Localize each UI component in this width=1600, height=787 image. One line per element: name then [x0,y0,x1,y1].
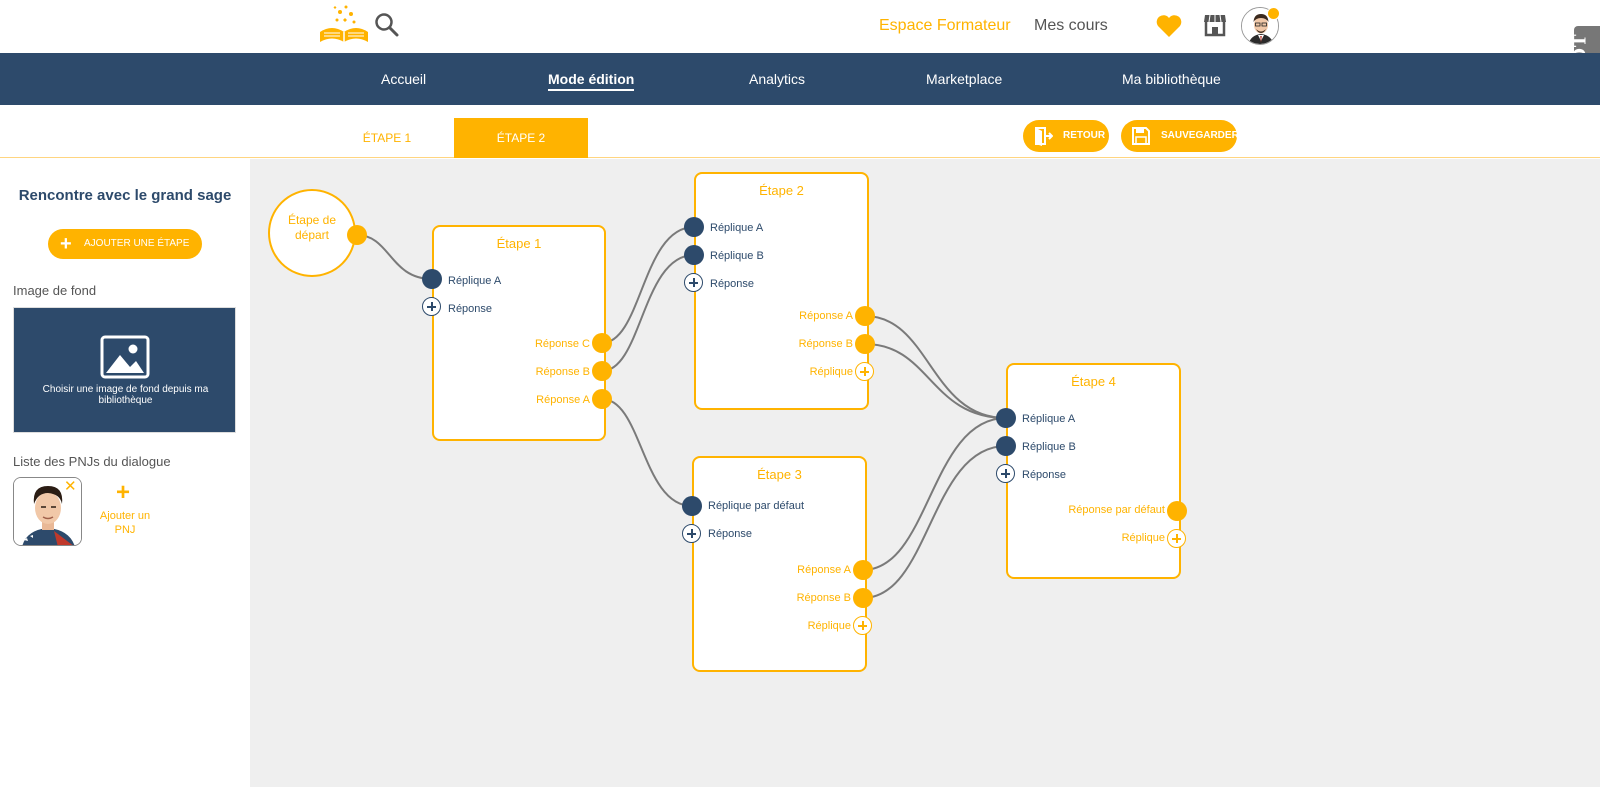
floppy-disk-icon [1131,126,1151,146]
trainer-space-link[interactable]: Espace Formateur [879,17,1011,35]
nav-marketplace[interactable]: Marketplace [926,71,1002,87]
exit-door-icon [1033,126,1054,146]
save-button-label: SAUVEGARDER [1161,130,1239,141]
background-image-label: Image de fond [13,283,97,298]
wire-e3b-e4b [862,445,1007,599]
step-node-1[interactable]: Étape 1 Réplique A Réponse Réponse C Rép… [432,225,606,441]
add-input-port[interactable] [422,297,441,316]
heart-icon[interactable] [1155,13,1183,39]
start-output-port[interactable] [347,225,367,245]
input-label: Réplique B [710,250,764,262]
start-node-label: Étape de départ [287,213,337,242]
add-pnj-plus-icon[interactable]: + [116,479,130,507]
input-label: Réplique A [710,222,764,234]
add-input-port[interactable] [996,464,1015,483]
wire-e3a-e4a [862,417,1007,571]
back-button-label: RETOUR [1063,130,1106,141]
add-step-button[interactable]: + AJOUTER UNE ÉTAPE [48,229,202,259]
top-bar: Espace Formateur Mes cours DDT [0,0,1600,90]
tab-step-1[interactable]: ÉTAPE 1 [320,118,454,158]
add-step-label: AJOUTER UNE ÉTAPE [84,238,190,249]
output-port[interactable] [1167,501,1187,521]
wire-start-etape1 [356,234,433,280]
pnj-list-label: Liste des PNJs du dialogue [13,454,171,469]
wire-e1a-e3 [601,398,693,507]
step-node-2[interactable]: Étape 2 Réplique A Réplique B Réponse Ré… [694,172,869,410]
step-node-title: Étape 4 [1071,374,1116,389]
start-node[interactable]: Étape de départ [268,189,356,277]
output-label: Réponse B [798,338,853,350]
output-label: Réponse A [536,394,590,406]
background-image-hint: Choisir une image de fond depuis ma bibl… [42,384,209,406]
step-tabs-bar: ÉTAPE 1 ÉTAPE 2 RETOUR SAUVEGARDER [0,105,1600,158]
output-port[interactable] [853,588,873,608]
step-node-title: Étape 3 [757,467,802,482]
search-icon[interactable] [374,12,400,38]
output-label: Réponse B [535,366,590,378]
add-output-label: Réplique [807,620,851,632]
output-port[interactable] [592,389,612,409]
input-port[interactable] [996,436,1016,456]
add-input-label: Réponse [708,528,753,540]
input-port[interactable] [684,217,704,237]
wire-e2b-e4a [864,343,1007,419]
input-port[interactable] [996,408,1016,428]
add-output-port[interactable] [853,616,872,635]
nav-library[interactable]: Ma bibliothèque [1122,71,1221,87]
input-label: Réplique par défaut [708,500,805,512]
step-node-4[interactable]: Étape 4 Réplique A Réplique B Réponse Ré… [1006,363,1181,579]
back-button[interactable]: RETOUR [1023,120,1109,152]
dialogue-graph-canvas[interactable]: Étape de départ Étape 1 Réplique A Répon… [250,159,1600,787]
add-input-label: Réponse [1022,469,1067,481]
nav-home[interactable]: Accueil [381,71,426,87]
add-input-port[interactable] [684,273,703,292]
add-output-port[interactable] [1167,529,1186,548]
output-port[interactable] [592,361,612,381]
add-input-label: Réponse [710,278,755,290]
tab-step-2[interactable]: ÉTAPE 2 [454,118,588,158]
nav-analytics[interactable]: Analytics [749,71,805,87]
output-label: Réponse A [797,564,851,576]
nav-edit-mode[interactable]: Mode édition [548,71,635,91]
notification-badge [1267,7,1280,20]
dialogue-title: Rencontre avec le grand sage [18,187,232,204]
remove-pnj-icon[interactable]: ✕ [64,477,77,495]
step-node-title: Étape 2 [759,183,804,198]
add-input-port[interactable] [682,524,701,543]
input-label: Réplique B [1022,441,1076,453]
input-port[interactable] [422,269,442,289]
output-port[interactable] [853,560,873,580]
add-input-label: Réponse [448,303,493,315]
main-nav: Accueil Mode édition Analytics Marketpla… [0,53,1600,105]
output-label: Réponse A [799,310,853,322]
output-port[interactable] [855,334,875,354]
add-output-port[interactable] [855,362,874,381]
wire-e1c-e2a [601,226,695,344]
step-node-3[interactable]: Étape 3 Réplique par défaut Réponse Répo… [692,456,867,672]
image-icon [100,335,150,379]
output-label: Réponse C [534,338,590,350]
input-port[interactable] [684,245,704,265]
input-port[interactable] [682,496,702,516]
background-image-picker[interactable]: Choisir une image de fond depuis ma bibl… [13,307,236,433]
book-logo-icon[interactable] [318,2,370,46]
save-button[interactable]: SAUVEGARDER [1121,120,1239,152]
wire-e2a-e4a [864,315,1007,419]
store-icon[interactable] [1202,12,1228,38]
output-label: Réponse par défaut [1068,504,1165,516]
add-pnj-label[interactable]: Ajouter un PNJ [94,509,156,537]
input-label: Réplique A [1022,413,1076,425]
output-label: Réponse B [796,592,851,604]
my-courses-link[interactable]: Mes cours [1034,17,1108,35]
step-node-title: Étape 1 [496,236,542,251]
output-port[interactable] [592,333,612,353]
input-label: Réplique A [448,275,502,287]
plus-icon: + [60,233,72,255]
output-port[interactable] [855,306,875,326]
add-output-label: Réplique [1121,532,1165,544]
add-output-label: Réplique [809,366,853,378]
sidebar: Rencontre avec le grand sage + AJOUTER U… [0,159,250,787]
